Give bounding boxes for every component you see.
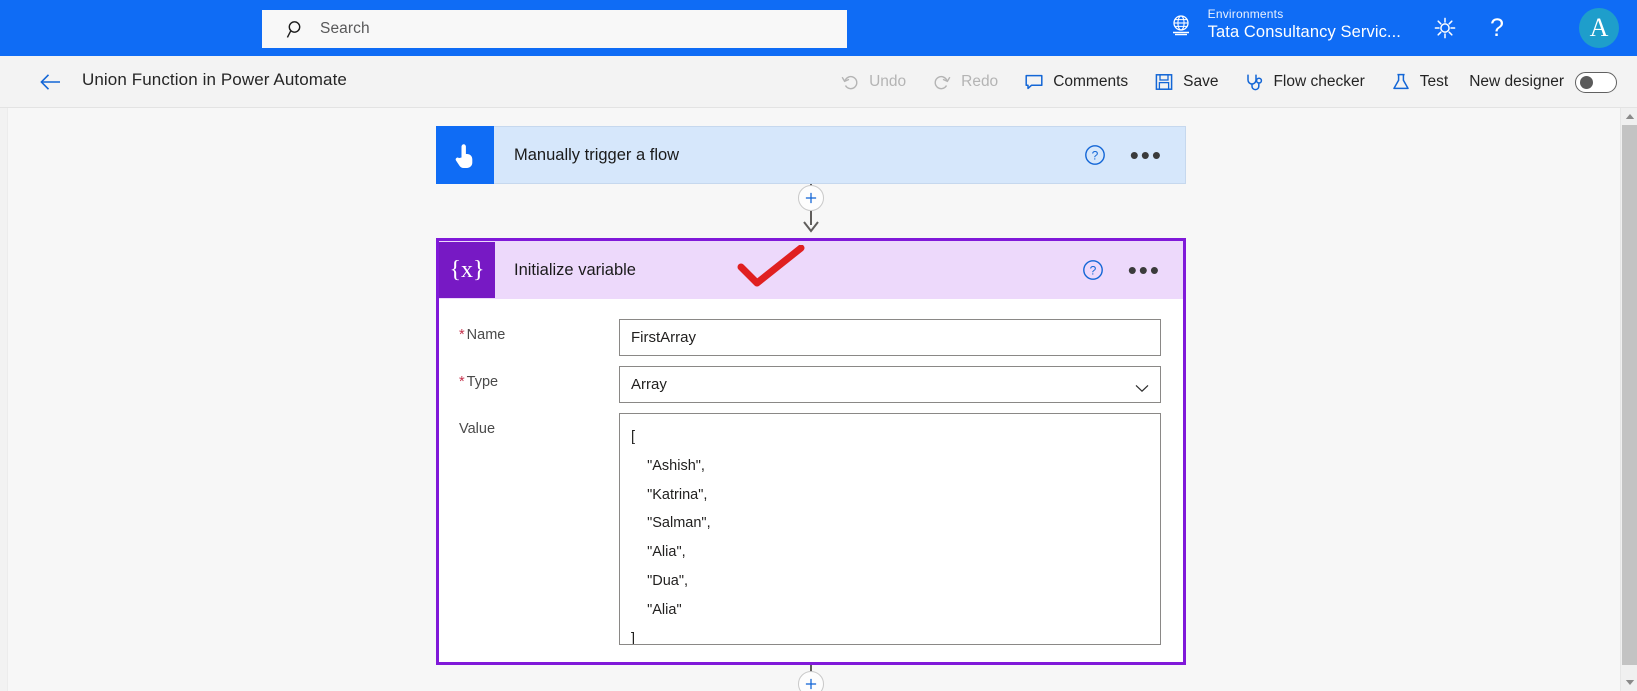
name-field-label: *Name [459,319,619,356]
new-designer-toggle[interactable] [1575,72,1617,93]
search-box[interactable]: Search [262,10,847,48]
form-row-name: *Name FirstArray [459,319,1161,356]
value-line: "Alia", [631,538,1149,567]
canvas-left-edge [0,108,8,691]
variable-braces-icon: {x} [439,242,495,298]
help-circle-icon[interactable]: ? [1084,144,1106,166]
redo-button[interactable]: Redo [919,56,1011,108]
type-label-text: Type [467,374,498,390]
scrollbar-thumb[interactable] [1622,125,1637,665]
chevron-down-icon [1135,380,1149,389]
name-label-text: Name [467,327,506,343]
flow-checker-label: Flow checker [1273,73,1364,91]
stethoscope-icon [1244,72,1264,92]
plus-icon [803,190,819,206]
value-line: "Alia" [631,596,1149,625]
flask-icon [1391,72,1411,92]
environment-label: Environments [1208,8,1401,22]
add-step-button-top[interactable] [798,185,824,211]
gear-icon[interactable] [1431,14,1459,42]
value-field-label: Value [459,413,619,645]
environment-name[interactable]: Tata Consultancy Servic... [1208,23,1401,42]
variable-braces-glyph: {x} [449,257,484,284]
test-button[interactable]: Test [1378,56,1461,108]
ellipsis-icon[interactable]: ••• [1128,265,1161,275]
comments-button[interactable]: Comments [1011,56,1141,108]
type-field-label: *Type [459,366,619,403]
svg-text:?: ? [1091,149,1098,163]
value-line: ] [631,625,1149,645]
page-title: Union Function in Power Automate [82,70,347,90]
value-line: "Salman", [631,509,1149,538]
environment-picker[interactable]: Environments Tata Consultancy Servic... [1168,8,1401,42]
undo-icon [840,72,860,92]
flow-canvas: Manually trigger a flow ? ••• {x} Initia… [0,108,1637,691]
comment-icon [1024,72,1044,92]
test-label: Test [1420,73,1448,91]
save-icon [1154,72,1174,92]
save-label: Save [1183,73,1218,91]
comments-label: Comments [1053,73,1128,91]
undo-button[interactable]: Undo [827,56,919,108]
add-step-button-bottom[interactable] [798,671,824,691]
name-input[interactable]: FirstArray [619,319,1161,356]
value-textarea[interactable]: [ "Ashish", "Katrina", "Salman", "Alia",… [619,413,1161,645]
plus-icon [803,676,819,691]
initialize-variable-card[interactable]: {x} Initialize variable ? ••• *Name [436,238,1186,665]
save-button[interactable]: Save [1141,56,1231,108]
trigger-title: Manually trigger a flow [514,146,1084,165]
action-form: *Name FirstArray *Type Array [439,299,1183,645]
redo-icon [932,72,952,92]
back-arrow-icon[interactable] [40,71,62,93]
value-line: [ [631,423,1149,452]
type-dropdown[interactable]: Array [619,366,1161,403]
top-brand-bar: Search Environments Tata Consultancy Ser… [0,0,1637,56]
hand-tap-icon [436,126,494,184]
trigger-card[interactable]: Manually trigger a flow ? ••• [436,126,1186,184]
scroll-up-arrow-icon[interactable] [1621,108,1637,125]
card-header[interactable]: {x} Initialize variable ? ••• [439,241,1183,299]
required-asterisk: * [459,327,465,343]
command-bar: Union Function in Power Automate Undo Re… [0,56,1637,108]
question-mark-icon[interactable]: ? [1480,9,1514,47]
help-circle-icon[interactable]: ? [1082,259,1104,281]
type-dropdown-value: Array [631,376,667,393]
flow-checker-button[interactable]: Flow checker [1231,56,1377,108]
red-check-annotation [735,245,815,289]
toggle-knob [1580,76,1593,89]
value-line: "Dua", [631,567,1149,596]
vertical-scrollbar[interactable] [1620,108,1637,691]
name-input-value: FirstArray [631,329,696,346]
svg-text:?: ? [1089,264,1096,278]
avatar-initial: A [1590,13,1609,43]
form-row-value: Value [ "Ashish", "Katrina", "Salman", "… [459,413,1161,645]
new-designer-label: New designer [1469,73,1564,91]
command-bar-actions: Undo Redo Comments [827,56,1623,108]
avatar[interactable]: A [1579,8,1619,48]
ellipsis-icon[interactable]: ••• [1130,150,1163,160]
redo-label: Redo [961,73,998,91]
required-asterisk: * [459,374,465,390]
search-icon [286,19,306,39]
search-input-placeholder[interactable]: Search [320,20,370,38]
form-row-type: *Type Array [459,366,1161,403]
undo-label: Undo [869,73,906,91]
new-designer-toggle-group[interactable]: New designer [1461,72,1623,93]
globe-icon [1168,12,1194,38]
arrow-head-icon [802,220,820,234]
value-line: "Katrina", [631,481,1149,510]
scroll-down-arrow-icon[interactable] [1621,674,1637,691]
value-line: "Ashish", [631,452,1149,481]
